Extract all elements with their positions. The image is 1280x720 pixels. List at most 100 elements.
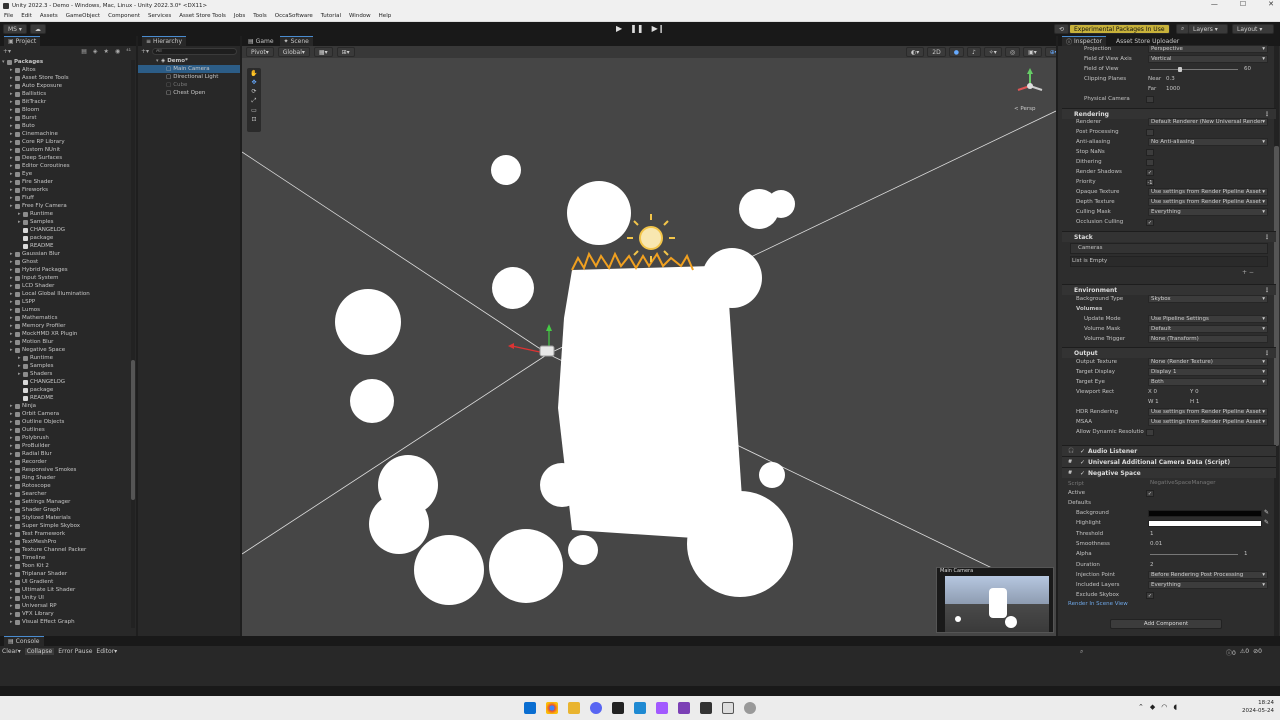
- tree-item[interactable]: ▸ Bloom: [0, 106, 132, 114]
- tree-item[interactable]: README: [0, 394, 132, 402]
- tree-item[interactable]: ▸ Mathematics: [0, 314, 132, 322]
- negative-space-dropdown[interactable]: Everything ▾: [1148, 581, 1268, 590]
- camera-icon[interactable]: ▣▾: [1023, 47, 1042, 57]
- hierarchy-item[interactable]: ▢ Directional Light: [138, 73, 240, 81]
- warning-count[interactable]: ⚠0: [1240, 648, 1249, 657]
- tree-item[interactable]: package: [0, 386, 132, 394]
- discord-icon[interactable]: [590, 702, 602, 714]
- collapse-button[interactable]: Collapse: [24, 648, 55, 655]
- cloud-icon[interactable]: ☁: [29, 24, 46, 34]
- tree-item[interactable]: package: [0, 234, 132, 242]
- tree-item[interactable]: ▸ Outlines: [0, 426, 132, 434]
- audio-icon[interactable]: ♪: [966, 47, 981, 57]
- tree-item[interactable]: ▸ Asset Store Tools: [0, 74, 132, 82]
- figma-icon[interactable]: [656, 702, 668, 714]
- hierarchy-item[interactable]: ▢ Main Camera: [138, 65, 240, 73]
- stack-section[interactable]: Stack ⋮: [1062, 231, 1276, 242]
- error-pause-button[interactable]: Error Pause: [58, 648, 92, 655]
- tree-item[interactable]: ▸ BitTrackr: [0, 98, 132, 106]
- output-field[interactable]: Use settings from Render Pipeline Asset ▾: [1148, 418, 1268, 426]
- maximize-icon[interactable]: ☐: [1240, 0, 1246, 8]
- file-explorer-icon[interactable]: [568, 702, 580, 714]
- tab-hierarchy[interactable]: ≡ Hierarchy: [142, 36, 187, 46]
- fov-slider[interactable]: [1150, 69, 1238, 70]
- physical-camera-checkbox[interactable]: [1146, 96, 1154, 103]
- script-reference-field[interactable]: NegativeSpaceManager: [1148, 480, 1268, 488]
- tree-item[interactable]: ▸ LSPP: [0, 298, 132, 306]
- tree-item[interactable]: ▸ Altos: [0, 66, 132, 74]
- rendering-checkbox[interactable]: [1146, 159, 1154, 166]
- search-icon[interactable]: ⌕: [1080, 648, 1083, 656]
- add-component-button[interactable]: Add Component: [1110, 619, 1222, 629]
- menu-item-file[interactable]: File: [4, 13, 13, 19]
- draw-mode-icon[interactable]: ◐▾: [906, 47, 925, 57]
- kebab-menu-icon[interactable]: ⋮: [1264, 232, 1270, 243]
- pivot-dropdown[interactable]: Pivot ▾: [246, 47, 274, 57]
- tree-item[interactable]: ▸ Responsive Smokes: [0, 466, 132, 474]
- tree-item[interactable]: ▸ Fire Shader: [0, 178, 132, 186]
- snap-increment-icon[interactable]: ⊞▾: [336, 47, 355, 57]
- rendering-checkbox[interactable]: [1146, 149, 1154, 156]
- tree-item[interactable]: ▸ Settings Manager: [0, 498, 132, 506]
- tree-item[interactable]: CHANGELOG: [0, 226, 132, 234]
- menu-item-gameobject[interactable]: GameObject: [66, 13, 100, 19]
- unity-icon[interactable]: [612, 702, 624, 714]
- tree-item[interactable]: ▸ Lumos: [0, 306, 132, 314]
- tree-item[interactable]: ▸ Fluff: [0, 194, 132, 202]
- environment-field[interactable]: None (Transform): [1148, 335, 1268, 343]
- clear-button[interactable]: Clear▾: [2, 648, 21, 655]
- component-header[interactable]: # ✓ Universal Additional Camera Data (Scri…: [1062, 456, 1276, 467]
- highlight-color-swatch[interactable]: [1148, 520, 1262, 528]
- tree-item[interactable]: ▸ Ninja: [0, 402, 132, 410]
- fov-axis-dropdown[interactable]: Vertical ▾: [1148, 55, 1268, 63]
- menu-item-tools[interactable]: Tools: [253, 13, 267, 19]
- volume-icon[interactable]: ◖: [1173, 703, 1177, 711]
- shield-icon[interactable]: ◆: [1150, 703, 1155, 711]
- star-icon[interactable]: ★: [104, 48, 109, 55]
- rendering-checkbox[interactable]: [1146, 129, 1154, 136]
- layout-dropdown[interactable]: Layout ▾: [1232, 24, 1274, 34]
- clock[interactable]: 18:24 2024-05-24: [1242, 699, 1274, 715]
- enabled-checkbox[interactable]: ✓: [1080, 468, 1085, 479]
- layers-dropdown[interactable]: Layers ▾: [1188, 24, 1228, 34]
- menu-item-edit[interactable]: Edit: [21, 13, 32, 19]
- menu-item-services[interactable]: Services: [148, 13, 171, 19]
- output-field[interactable]: Both ▾: [1148, 378, 1268, 386]
- tree-item[interactable]: ▸ Radial Blur: [0, 450, 132, 458]
- menu-item-assets[interactable]: Assets: [40, 13, 58, 19]
- pause-icon[interactable]: ❚❚: [630, 24, 643, 33]
- minimize-icon[interactable]: —: [1211, 0, 1218, 8]
- menu-item-occasoftware[interactable]: OccaSoftware: [275, 13, 313, 19]
- environment-field[interactable]: Skybox ▾: [1148, 295, 1268, 303]
- environment-field[interactable]: Default ▾: [1148, 325, 1268, 333]
- menu-item-component[interactable]: Component: [108, 13, 140, 19]
- component-header[interactable]: 🎧 ✓ Audio Listener: [1062, 445, 1276, 456]
- environment-section[interactable]: Environment ⋮: [1062, 284, 1276, 295]
- tree-item[interactable]: README: [0, 242, 132, 250]
- add-icon[interactable]: +▾: [141, 48, 149, 55]
- list-add-remove-icon[interactable]: + −: [1242, 269, 1254, 276]
- tree-item[interactable]: ▸ Super Simple Skybox: [0, 522, 132, 530]
- tree-item[interactable]: ▸ Visual Effect Graph: [0, 618, 132, 626]
- eyedropper-icon[interactable]: ✎: [1264, 509, 1269, 516]
- chevron-up-icon[interactable]: ⌃: [1138, 703, 1144, 711]
- tree-item[interactable]: ▸ Test Framework: [0, 530, 132, 538]
- gizmos-icon[interactable]: ⊕▾: [1044, 47, 1056, 57]
- hierarchy-search-input[interactable]: [152, 47, 237, 55]
- output-field[interactable]: None (Render Texture) ▾: [1148, 358, 1268, 366]
- rendering-field[interactable]: Default Renderer (New Universal Render ▾: [1148, 118, 1268, 126]
- hierarchy-item[interactable]: ▢ Cube: [138, 81, 240, 89]
- tree-item[interactable]: ▸ LCD Shader: [0, 282, 132, 290]
- effects-icon[interactable]: ✧▾: [983, 47, 1002, 57]
- tree-item[interactable]: ▸ Ghost: [0, 258, 132, 266]
- lock-icon[interactable]: ▤: [81, 48, 87, 55]
- editor-dropdown[interactable]: Editor▾: [96, 648, 117, 655]
- tree-item[interactable]: CHANGELOG: [0, 378, 132, 386]
- tree-item[interactable]: ▸ Core RP Library: [0, 138, 132, 146]
- tree-item[interactable]: ▸ Timeline: [0, 554, 132, 562]
- tree-item[interactable]: ▸ Buto: [0, 122, 132, 130]
- project-scrollbar[interactable]: [131, 60, 135, 628]
- tree-item[interactable]: ▸ UI Gradient: [0, 578, 132, 586]
- background-color-swatch[interactable]: [1148, 510, 1262, 517]
- eyedropper-icon[interactable]: ✎: [1264, 519, 1269, 526]
